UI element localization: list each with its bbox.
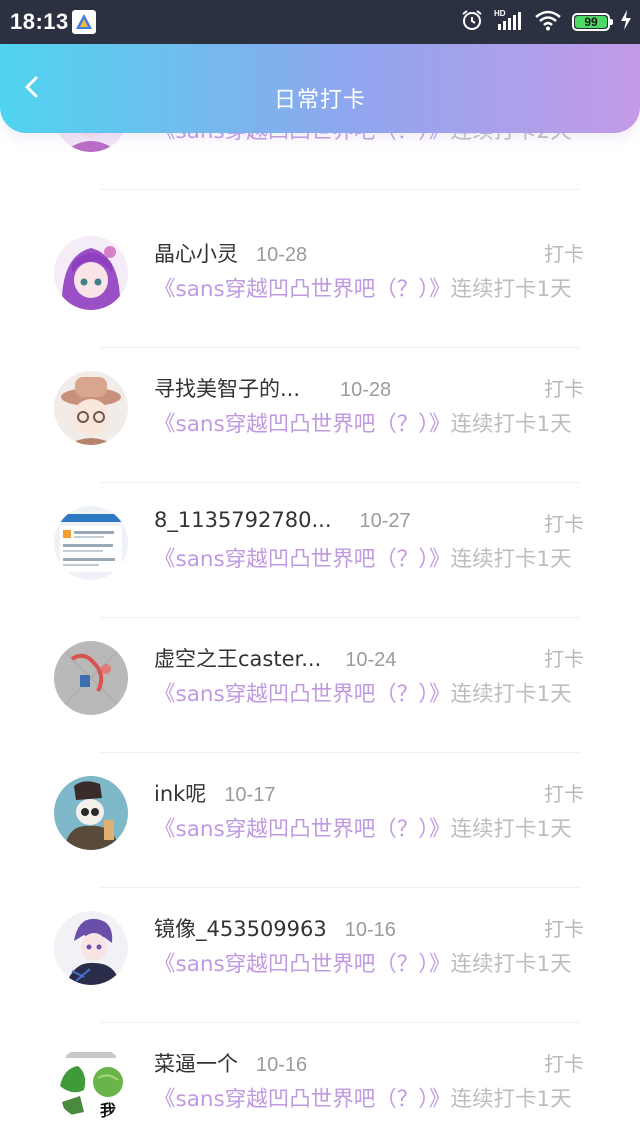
charging-icon: [620, 9, 632, 35]
user-name[interactable]: 8_1135792780...: [154, 508, 332, 532]
streak-text: 连续打卡1天: [450, 412, 572, 437]
user-name[interactable]: 晶心小灵: [154, 238, 238, 268]
checkin-tag: 打卡: [544, 647, 584, 671]
name-line: 寻找美智子的... 10-28: [154, 373, 391, 403]
checkin-tag: 打卡: [544, 1052, 584, 1076]
divider: [100, 1022, 580, 1023]
detail-line: 《sans穿越凹凸世界吧（？）》连续打卡1天: [154, 947, 572, 978]
detail-line: 《sans穿越凹凸世界吧（？）》连续打卡1天: [154, 542, 572, 573]
topic-link[interactable]: 《sans穿越凹凸世界吧（？）》: [154, 547, 450, 572]
post-date: 10-28: [256, 244, 308, 266]
list-item[interactable]: 8_1135792780... 10-27 打卡 《sans穿越凹凸世界吧（？）…: [0, 484, 640, 619]
avatar[interactable]: [54, 506, 128, 580]
page-title: 日常打卡: [273, 88, 366, 113]
name-line: 虚空之王caster... 10-24: [154, 643, 396, 673]
avatar[interactable]: [54, 236, 128, 310]
divider: [100, 752, 580, 753]
list-item[interactable]: 虚空之王caster... 10-24 打卡 《sans穿越凹凸世界吧（？）》连…: [0, 619, 640, 754]
status-icons: HD 99: [460, 8, 632, 36]
battery-icon: 99: [572, 13, 613, 31]
topic-link[interactable]: 《sans穿越凹凸世界吧（？）》: [154, 1087, 450, 1112]
divider: [100, 887, 580, 888]
post-date: 10-24: [345, 649, 397, 671]
divider: [100, 347, 580, 348]
post-date: 10-16: [344, 919, 396, 941]
checkin-tag: 打卡: [544, 512, 584, 536]
avatar[interactable]: [54, 776, 128, 850]
name-line: ink呢 10-17: [154, 778, 275, 808]
streak-text: 连续打卡1天: [450, 1087, 572, 1112]
status-bar: 18:13 HD 99: [0, 0, 640, 44]
list-item[interactable]: 晶心小灵 10-28 打卡 《sans穿越凹凸世界吧（？）》连续打卡1天: [0, 214, 640, 349]
detail-line: 《sans穿越凹凸世界吧（？）》连续打卡1天: [154, 677, 572, 708]
streak-text: 连续打卡1天: [450, 817, 572, 842]
avatar-text: 我: [100, 1101, 116, 1120]
user-name[interactable]: 虚空之王caster...: [154, 643, 321, 673]
detail-line: 《sans穿越凹凸世界吧（？）》连续打卡1天: [154, 407, 572, 438]
hd-signal-icon: HD: [494, 8, 524, 36]
detail-line: 《sans穿越凹凸世界吧（？）》连续打卡1天: [154, 272, 572, 303]
topic-link[interactable]: 《sans穿越凹凸世界吧（？）》: [154, 277, 450, 302]
app-notification-icon: [72, 10, 96, 34]
list-item[interactable]: ink呢 10-17 打卡 《sans穿越凹凸世界吧（？）》连续打卡1天: [0, 754, 640, 889]
screen: 《sans穿越凹凸世界吧（？）》连续打卡2天 晶心小灵 10-28: [0, 0, 640, 1138]
detail-line: 《sans穿越凹凸世界吧（？）》连续打卡1天: [154, 1082, 572, 1113]
topic-link[interactable]: 《sans穿越凹凸世界吧（？）》: [154, 682, 450, 707]
divider: [100, 617, 580, 618]
svg-text:HD: HD: [494, 9, 506, 18]
topic-link[interactable]: 《sans穿越凹凸世界吧（？）》: [154, 952, 450, 977]
post-date: 10-16: [256, 1054, 308, 1076]
avatar[interactable]: [54, 911, 128, 985]
streak-text: 连续打卡1天: [450, 277, 572, 302]
user-name[interactable]: 镜像_453509963: [154, 913, 327, 943]
streak-text: 连续打卡1天: [450, 547, 572, 572]
checkin-tag: 打卡: [544, 377, 584, 401]
divider: [100, 482, 580, 483]
user-name[interactable]: 寻找美智子的...: [154, 373, 300, 403]
checkin-tag: 打卡: [544, 782, 584, 806]
wifi-icon: [534, 8, 562, 36]
streak-text: 连续打卡1天: [450, 952, 572, 977]
detail-line: 《sans穿越凹凸世界吧（？）》连续打卡1天: [154, 812, 572, 843]
post-date: 10-17: [224, 784, 276, 806]
topic-link[interactable]: 《sans穿越凹凸世界吧（？）》: [154, 412, 450, 437]
name-line: 菜逼一个 10-16: [154, 1048, 307, 1078]
checkin-tag: 打卡: [544, 242, 584, 266]
divider: [100, 189, 580, 190]
list-item[interactable]: 寻找美智子的... 10-28 打卡 《sans穿越凹凸世界吧（？）》连续打卡1…: [0, 349, 640, 484]
checkin-list[interactable]: 《sans穿越凹凸世界吧（？）》连续打卡2天 晶心小灵 10-28: [0, 0, 640, 1138]
streak-text: 连续打卡1天: [450, 682, 572, 707]
topic-link[interactable]: 《sans穿越凹凸世界吧（？）》: [154, 817, 450, 842]
avatar[interactable]: 我: [54, 1046, 128, 1120]
avatar[interactable]: [54, 641, 128, 715]
post-date: 10-27: [359, 510, 411, 532]
name-line: 晶心小灵 10-28: [154, 238, 307, 268]
alarm-icon: [460, 8, 484, 36]
post-date: 10-28: [340, 379, 392, 401]
status-time: 18:13: [10, 9, 69, 34]
name-line: 镜像_453509963 10-16: [154, 913, 396, 943]
user-name[interactable]: 菜逼一个: [154, 1048, 238, 1078]
list-item[interactable]: 镜像_453509963 10-16 打卡 《sans穿越凹凸世界吧（？）》连续…: [0, 889, 640, 1024]
checkin-tag: 打卡: [544, 917, 584, 941]
app-header: 日常打卡: [0, 44, 640, 133]
avatar[interactable]: [54, 371, 128, 445]
list-item[interactable]: 我 菜逼一个 10-16 打卡 《sans穿越凹凸世界吧（？）》连续打卡1天: [0, 1024, 640, 1138]
name-line: 8_1135792780... 10-27: [154, 508, 411, 533]
user-name[interactable]: ink呢: [154, 778, 206, 808]
battery-level: 99: [584, 15, 598, 29]
